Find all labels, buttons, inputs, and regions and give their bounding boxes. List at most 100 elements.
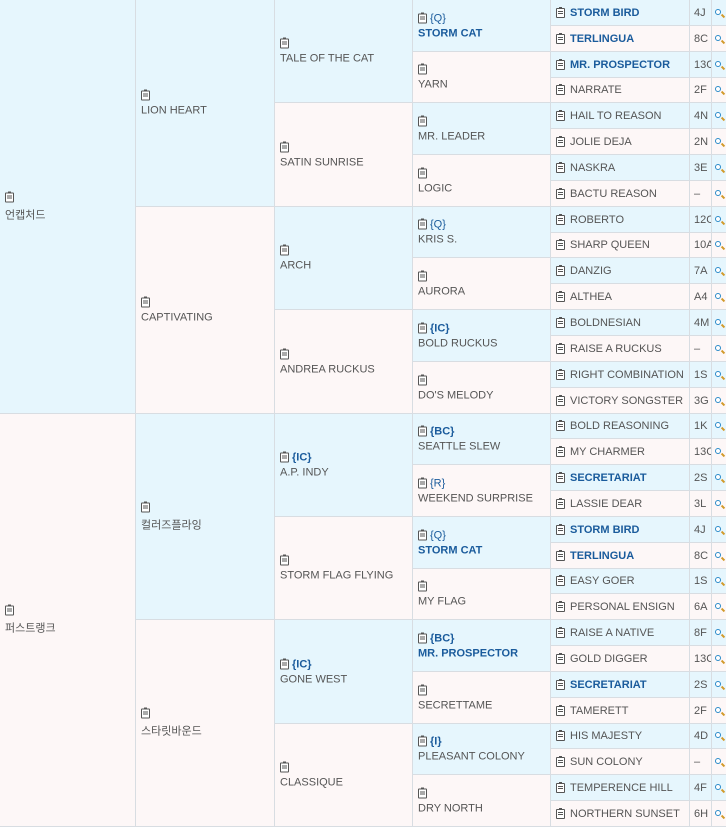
horse-name[interactable]: ROBERTO [570, 214, 624, 226]
horse-name[interactable]: MR. LEADER [418, 130, 546, 142]
gen4-horse-cell[interactable]: {Q} STORM CAT [413, 0, 551, 52]
clipboard-icon[interactable] [280, 451, 289, 463]
clipboard-icon[interactable] [418, 167, 427, 179]
clipboard-icon[interactable] [418, 270, 427, 282]
search-button[interactable] [712, 801, 726, 827]
clipboard-icon[interactable] [5, 604, 14, 616]
clipboard-icon[interactable] [556, 652, 565, 664]
clipboard-icon[interactable] [556, 213, 565, 225]
clipboard-icon[interactable] [280, 761, 289, 773]
clipboard-icon[interactable] [418, 115, 427, 127]
horse-name[interactable]: VICTORY SONGSTER [570, 395, 683, 407]
gen5-horse-cell[interactable]: SECRETARIAT [551, 465, 690, 491]
search-button[interactable] [712, 620, 726, 646]
clipboard-icon[interactable] [280, 348, 289, 360]
gen5-horse-cell[interactable]: RAISE A NATIVE [551, 620, 690, 646]
search-button[interactable] [712, 646, 726, 672]
horse-name[interactable]: CAPTIVATING [141, 312, 270, 324]
gen2-horse-cell[interactable]: CAPTIVATING [136, 207, 275, 414]
clipboard-icon[interactable] [556, 290, 565, 302]
search-button[interactable] [712, 310, 726, 336]
search-button[interactable] [712, 103, 726, 129]
gen4-horse-cell[interactable]: LOGIC [413, 155, 551, 207]
gen5-horse-cell[interactable]: BOLD REASONING [551, 414, 690, 439]
horse-name[interactable]: PERSONAL ENSIGN [570, 601, 675, 613]
clipboard-icon[interactable] [418, 529, 427, 541]
gen5-horse-cell[interactable]: STORM BIRD [551, 517, 690, 543]
gen2-horse-cell[interactable]: 컬러즈플라잉 [136, 414, 275, 620]
clipboard-icon[interactable] [556, 807, 565, 819]
search-button[interactable] [712, 336, 726, 362]
gen5-horse-cell[interactable]: TAMERETT [551, 698, 690, 724]
horse-name[interactable]: MR. PROSPECTOR [570, 59, 670, 71]
clipboard-icon[interactable] [556, 239, 565, 250]
horse-name[interactable]: HAIL TO REASON [570, 110, 662, 122]
gen4-horse-cell[interactable]: {BC} SEATTLE SLEW [413, 414, 551, 465]
clipboard-icon[interactable] [556, 781, 565, 793]
horse-name[interactable]: YARN [418, 79, 546, 91]
search-button[interactable] [712, 543, 726, 569]
gen5-horse-cell[interactable]: SUN COLONY [551, 749, 690, 775]
clipboard-icon[interactable] [141, 707, 150, 719]
gen5-horse-cell[interactable]: MR. PROSPECTOR [551, 52, 690, 78]
clipboard-icon[interactable] [556, 730, 565, 741]
clipboard-icon[interactable] [556, 704, 565, 716]
horse-name[interactable]: MY CHARMER [570, 446, 645, 458]
horse-name[interactable]: SECRETARIAT [570, 472, 647, 484]
search-button[interactable] [712, 775, 726, 801]
gen4-horse-cell[interactable]: YARN [413, 52, 551, 103]
horse-name[interactable]: RIGHT COMBINATION [570, 369, 684, 381]
clipboard-icon[interactable] [418, 684, 427, 696]
clipboard-icon[interactable] [418, 580, 427, 592]
clipboard-icon[interactable] [280, 37, 289, 49]
gen3-horse-cell[interactable]: {IC} A.P. INDY [275, 414, 413, 517]
horse-name[interactable]: DO'S MELODY [418, 389, 546, 401]
horse-name[interactable]: HIS MAJESTY [570, 730, 642, 742]
horse-name[interactable]: WEEKEND SURPRISE [418, 492, 546, 504]
gen4-horse-cell[interactable]: MR. LEADER [413, 103, 551, 155]
horse-name[interactable]: TEMPERENCE HILL [570, 782, 673, 794]
horse-name[interactable]: TAMERETT [570, 705, 628, 717]
clipboard-icon[interactable] [418, 12, 427, 24]
gen1-horse-cell[interactable]: 언캡처드 [0, 0, 136, 414]
gen5-horse-cell[interactable]: EASY GOER [551, 569, 690, 594]
horse-name[interactable]: 스타릿바운드 [141, 723, 270, 739]
horse-name[interactable]: KRIS S. [418, 234, 546, 246]
gen5-horse-cell[interactable]: RAISE A RUCKUS [551, 336, 690, 362]
gen5-horse-cell[interactable]: RIGHT COMBINATION [551, 362, 690, 388]
horse-name[interactable]: A.P. INDY [280, 467, 408, 479]
gen3-horse-cell[interactable]: {IC} GONE WEST [275, 620, 413, 724]
search-button[interactable] [712, 207, 726, 233]
clipboard-icon[interactable] [556, 755, 565, 767]
clipboard-icon[interactable] [556, 187, 565, 199]
gen5-horse-cell[interactable]: PERSONAL ENSIGN [551, 594, 690, 620]
gen5-horse-cell[interactable]: BOLDNESIAN [551, 310, 690, 336]
gen4-horse-cell[interactable]: {Q} STORM CAT [413, 517, 551, 569]
search-button[interactable] [712, 362, 726, 388]
gen5-horse-cell[interactable]: NORTHERN SUNSET [551, 801, 690, 827]
horse-name[interactable]: SUN COLONY [570, 756, 643, 768]
clipboard-icon[interactable] [556, 84, 565, 95]
search-button[interactable] [712, 0, 726, 26]
gen5-horse-cell[interactable]: STORM BIRD [551, 0, 690, 26]
gen3-horse-cell[interactable]: CLASSIQUE [275, 724, 413, 827]
horse-name[interactable]: TERLINGUA [570, 33, 634, 45]
gen3-horse-cell[interactable]: STORM FLAG FLYING [275, 517, 413, 620]
clipboard-icon[interactable] [556, 471, 565, 483]
search-button[interactable] [712, 594, 726, 620]
gen5-horse-cell[interactable]: TERLINGUA [551, 26, 690, 52]
clipboard-icon[interactable] [556, 316, 565, 328]
clipboard-icon[interactable] [556, 420, 565, 431]
clipboard-icon[interactable] [556, 264, 565, 276]
gen5-horse-cell[interactable]: HAIL TO REASON [551, 103, 690, 129]
horse-name[interactable]: RAISE A RUCKUS [570, 343, 662, 355]
clipboard-icon[interactable] [556, 575, 565, 586]
search-button[interactable] [712, 439, 726, 465]
horse-name[interactable]: NORTHERN SUNSET [570, 808, 680, 820]
clipboard-icon[interactable] [556, 58, 565, 70]
horse-name[interactable]: 퍼스트랭크 [5, 620, 131, 636]
search-button[interactable] [712, 181, 726, 207]
gen5-horse-cell[interactable]: LASSIE DEAR [551, 491, 690, 517]
search-button[interactable] [712, 749, 726, 775]
horse-name[interactable]: TALE OF THE CAT [280, 53, 408, 65]
